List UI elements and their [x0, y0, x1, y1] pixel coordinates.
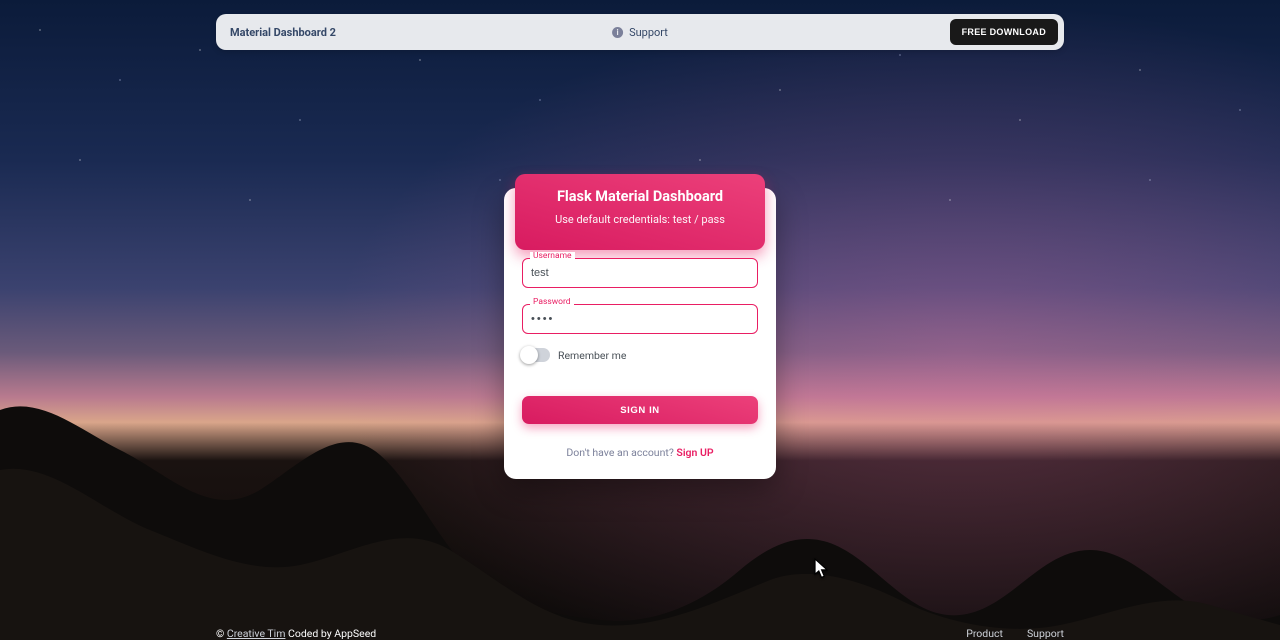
signup-prompt: Don't have an account?: [566, 446, 676, 459]
copyright-symbol: ©: [216, 627, 227, 640]
signup-line: Don't have an account? Sign UP: [522, 446, 758, 459]
username-label: Username: [530, 252, 575, 261]
topbar: Material Dashboard 2 i Support FREE DOWN…: [216, 14, 1064, 50]
login-title: Flask Material Dashboard: [525, 188, 755, 205]
toggle-knob: [520, 346, 538, 364]
support-label: Support: [629, 26, 668, 39]
support-link[interactable]: i Support: [612, 26, 668, 39]
remember-label: Remember me: [558, 349, 626, 362]
footer-right: Product Support: [966, 627, 1064, 640]
login-subtitle: Use default credentials: test / pass: [525, 213, 755, 226]
footer: © Creative Tim Coded by AppSeed Product …: [216, 627, 1064, 640]
login-card-header: Flask Material Dashboard Use default cre…: [515, 174, 765, 250]
login-card: Flask Material Dashboard Use default cre…: [504, 188, 776, 479]
footer-support-link[interactable]: Support: [1027, 627, 1064, 640]
sign-in-button[interactable]: SIGN IN: [522, 396, 758, 424]
free-download-button[interactable]: FREE DOWNLOAD: [950, 19, 1058, 45]
username-wrapper: Username: [522, 258, 758, 288]
footer-left: © Creative Tim Coded by AppSeed: [216, 627, 376, 640]
remember-row: Remember me: [522, 348, 758, 362]
info-icon: i: [612, 27, 623, 38]
sign-up-link[interactable]: Sign UP: [676, 446, 713, 459]
footer-product-link[interactable]: Product: [966, 627, 1003, 640]
coded-by: Coded by AppSeed: [285, 627, 376, 640]
creative-tim-link[interactable]: Creative Tim: [227, 627, 286, 640]
password-input[interactable]: [522, 304, 758, 334]
brand-title: Material Dashboard 2: [230, 26, 336, 39]
username-input[interactable]: [522, 258, 758, 288]
password-wrapper: Password: [522, 304, 758, 334]
remember-toggle[interactable]: [522, 348, 550, 362]
password-label: Password: [530, 298, 574, 307]
